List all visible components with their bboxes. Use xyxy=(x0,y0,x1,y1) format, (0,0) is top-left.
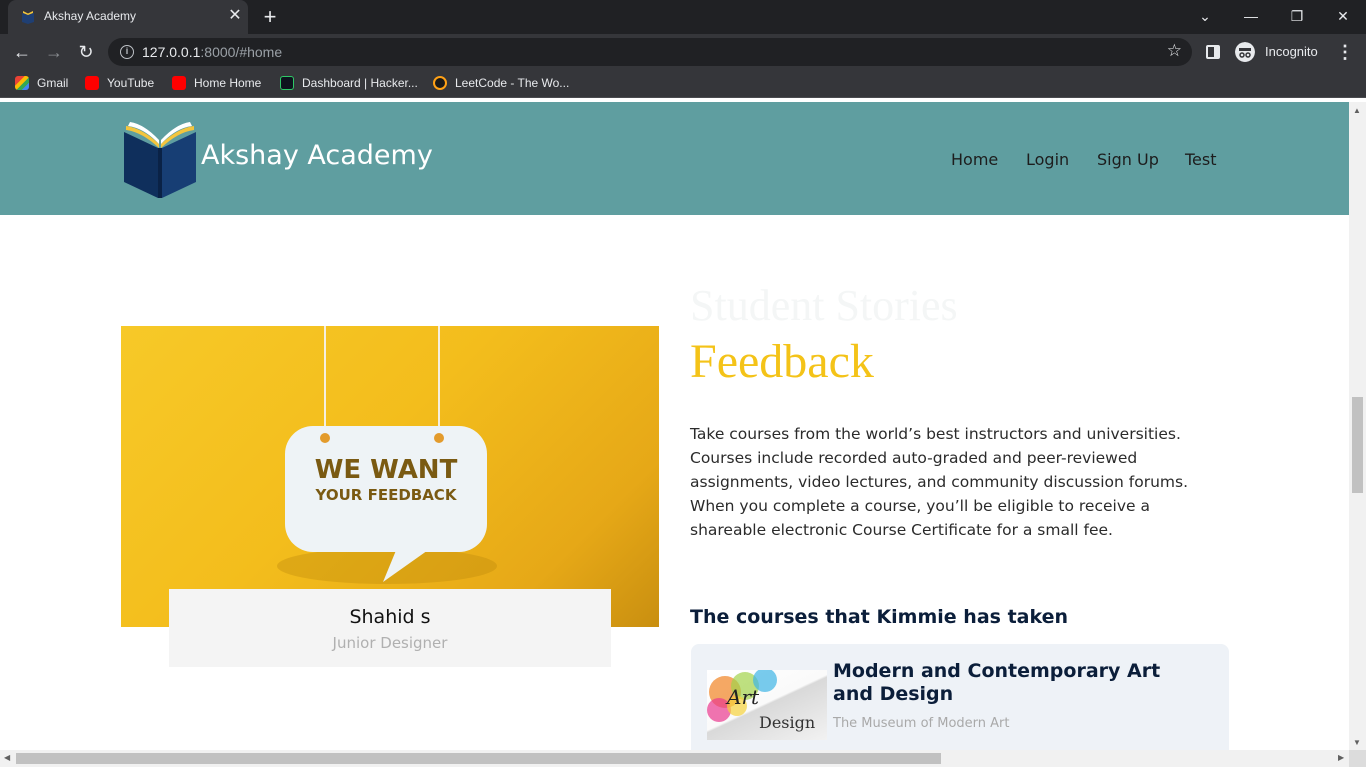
youtube-icon xyxy=(85,76,99,90)
bookmark-hackerrank[interactable]: Dashboard | Hacker... xyxy=(280,76,418,92)
youtube-icon xyxy=(172,76,186,90)
feedback-image: WE WANT YOUR FEEDBACK xyxy=(121,326,659,627)
scrollbar-corner xyxy=(1349,750,1366,767)
book-icon xyxy=(22,11,34,24)
person-role: Junior Designer xyxy=(332,634,448,652)
horizontal-scroll-thumb[interactable] xyxy=(16,753,941,764)
info-icon[interactable]: i xyxy=(120,45,134,59)
page-viewport: Akshay Academy Home Login Sign Up Test W… xyxy=(0,102,1349,750)
site-header: Akshay Academy Home Login Sign Up Test xyxy=(0,102,1349,215)
course-org: The Museum of Modern Art xyxy=(833,716,1010,731)
url-text: 127.0.0.1:8000/#home xyxy=(142,44,283,60)
bookmark-youtube[interactable]: YouTube xyxy=(85,76,154,92)
speech-bubble-graphic: WE WANT YOUR FEEDBACK xyxy=(277,326,497,584)
address-bar[interactable]: i 127.0.0.1:8000/#home ☆ xyxy=(108,38,1192,66)
vertical-scroll-thumb[interactable] xyxy=(1352,397,1363,493)
faint-heading: Student Stories xyxy=(690,281,958,330)
course-thumbnail: Art Design xyxy=(707,670,827,740)
feedback-heading: Feedback xyxy=(690,335,874,388)
image-text-line1: WE WANT xyxy=(315,455,458,485)
profile-label[interactable]: Incognito xyxy=(1265,44,1318,59)
nav-login[interactable]: Login xyxy=(1026,150,1069,169)
vertical-scrollbar[interactable]: ▲ ▼ xyxy=(1349,102,1366,750)
new-tab-icon[interactable]: + xyxy=(258,5,282,29)
reload-icon[interactable]: ↻ xyxy=(73,39,99,65)
bookmarks-bar: Gmail YouTube Home Home Dashboard | Hack… xyxy=(0,70,1366,98)
side-panel-icon[interactable] xyxy=(1206,45,1220,59)
leetcode-icon xyxy=(433,76,447,90)
gmail-icon xyxy=(15,76,29,90)
bookmark-leetcode[interactable]: LeetCode - The Wo... xyxy=(433,76,569,92)
scroll-left-icon[interactable]: ◀ xyxy=(4,753,10,762)
scroll-right-icon[interactable]: ▶ xyxy=(1338,753,1344,762)
browser-tab-bar: Akshay Academy ✕ + ⌄ — ❐ ✕ xyxy=(0,0,1366,34)
courses-title: The courses that Kimmie has taken xyxy=(690,606,1069,628)
hackerrank-icon xyxy=(280,76,294,90)
incognito-icon[interactable] xyxy=(1235,42,1255,62)
testimonial-card: Shahid s Junior Designer xyxy=(169,589,611,667)
description: Take courses from the world’s best instr… xyxy=(690,425,1189,539)
restore-icon[interactable]: ❐ xyxy=(1282,4,1312,28)
person-name: Shahid s xyxy=(349,606,431,628)
thumb-text-design: Design xyxy=(759,713,815,732)
bookmark-star-icon[interactable]: ☆ xyxy=(1167,41,1182,61)
nav-home[interactable]: Home xyxy=(951,150,998,169)
forward-icon[interactable]: → xyxy=(41,39,67,65)
thumb-text-art: Art xyxy=(725,685,760,709)
browser-toolbar: ← → ↻ i 127.0.0.1:8000/#home ☆ Incognito… xyxy=(0,34,1366,70)
scroll-down-icon[interactable]: ▼ xyxy=(1353,738,1361,747)
course-name[interactable]: Modern and Contemporary Art and Design xyxy=(833,660,1173,706)
horizontal-scrollbar[interactable]: ◀ ▶ xyxy=(0,750,1349,767)
tab-search-icon[interactable]: ⌄ xyxy=(1190,4,1220,28)
nav-test[interactable]: Test xyxy=(1185,150,1217,169)
brand-title[interactable]: Akshay Academy xyxy=(201,140,433,171)
more-menu-icon[interactable]: ⋮ xyxy=(1336,41,1354,63)
bookmark-home[interactable]: Home Home xyxy=(172,76,261,92)
nav-signup[interactable]: Sign Up xyxy=(1097,150,1159,169)
image-text-line2: YOUR FEEDBACK xyxy=(315,486,458,504)
close-window-icon[interactable]: ✕ xyxy=(1328,4,1358,28)
close-tab-icon[interactable]: ✕ xyxy=(226,6,244,26)
tab-title: Akshay Academy xyxy=(44,9,137,23)
course-card[interactable]: Art Design Modern and Contemporary Art a… xyxy=(691,644,1229,750)
browser-tab[interactable]: Akshay Academy ✕ xyxy=(8,0,248,34)
back-icon[interactable]: ← xyxy=(9,39,35,65)
minimize-icon[interactable]: — xyxy=(1236,4,1266,28)
book-logo-icon[interactable] xyxy=(120,118,202,200)
scroll-up-icon[interactable]: ▲ xyxy=(1353,106,1361,115)
bookmark-gmail[interactable]: Gmail xyxy=(15,76,68,92)
